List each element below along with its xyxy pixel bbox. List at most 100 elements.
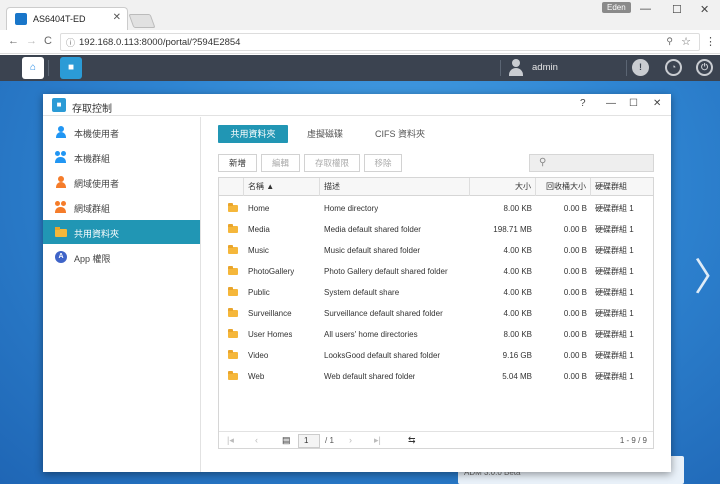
sidebar-item-shared-folders[interactable]: 共用資料夾 [43, 220, 200, 244]
folder-icon [228, 287, 238, 296]
sidebar-item-domain-users[interactable]: 網域使用者 [43, 170, 200, 194]
minimize-icon[interactable]: — [640, 3, 651, 15]
table-row[interactable]: Music Music default shared folder 4.00 K… [219, 240, 653, 261]
settings-dial-icon[interactable]: ◔ [665, 59, 682, 76]
access-control-taskbar-button[interactable]: ■ [60, 57, 82, 79]
edit-button[interactable]: 編輯 [261, 154, 300, 172]
folder-icon [228, 224, 238, 233]
folder-icon [228, 203, 238, 212]
search-input[interactable]: ⚲ [529, 154, 654, 172]
folder-icon [228, 329, 238, 338]
back-icon[interactable]: ← [8, 35, 19, 47]
folder-size: 4.00 KB [503, 267, 532, 276]
taskbar-username[interactable]: admin [532, 62, 558, 73]
add-button[interactable]: 新增 [218, 154, 257, 172]
table-row[interactable]: Video LooksGood default shared folder 9.… [219, 345, 653, 366]
prev-page-icon[interactable]: ‹ [255, 435, 258, 445]
folder-volume: 硬碟群組 1 [595, 288, 634, 297]
folder-recycle-size: 0.00 B [563, 309, 587, 318]
folder-volume: 硬碟群組 1 [595, 351, 634, 360]
sidebar-item-local-users[interactable]: 本機使用者 [43, 120, 200, 144]
folder-recycle-size: 0.00 B [563, 351, 587, 360]
domain-group-icon [55, 201, 67, 213]
sidebar-item-label: 本機群組 [74, 154, 111, 164]
folder-name: Surveillance [248, 309, 292, 318]
access-control-app-icon: ■ [52, 98, 66, 112]
folder-name: Home [248, 204, 270, 213]
bookmark-star-icon[interactable]: ☆ [681, 35, 691, 48]
header-name[interactable]: 名稱 ▲ [244, 178, 320, 196]
sidebar-item-app-privileges[interactable]: A App 權限 [43, 245, 200, 269]
folder-description: All users' home directories [324, 330, 418, 339]
table-row[interactable]: Public System default share 4.00 KB 0.00… [219, 282, 653, 303]
forward-icon[interactable]: → [26, 35, 37, 47]
folder-size: 4.00 KB [503, 288, 532, 297]
next-page-arrow-icon[interactable]: 〉 [694, 246, 720, 301]
folder-description: LooksGood default shared folder [324, 351, 441, 360]
table-row[interactable]: PhotoGallery Photo Gallery default share… [219, 261, 653, 282]
table-row[interactable]: Home Home directory 8.00 KB 0.00 B 硬碟群組 … [219, 198, 653, 219]
adm-home-button[interactable]: ⌂ [22, 57, 44, 79]
header-size[interactable]: 大小 [470, 178, 536, 196]
new-tab-button[interactable] [128, 14, 156, 28]
tab-virtual-disk[interactable]: 虛擬磁碟 [290, 125, 360, 143]
remove-button[interactable]: 移除 [364, 154, 402, 172]
page-info-icon[interactable]: ⓘ [66, 36, 75, 49]
window-maximize-icon[interactable]: ☐ [629, 98, 638, 109]
header-recycle-size[interactable]: 回收桶大小 [536, 178, 591, 196]
refresh-icon[interactable]: ⇆ [408, 435, 416, 446]
folder-size: 9.16 GB [502, 351, 532, 360]
window-title: 存取控制 [72, 104, 112, 115]
folder-description: Photo Gallery default shared folder [324, 267, 448, 276]
url-field[interactable]: ⓘ 192.168.0.113:8000/portal/?594E2854 ⚲ … [60, 33, 700, 51]
first-page-icon[interactable]: |◂ [227, 435, 234, 446]
sidebar-item-label: 網域群組 [74, 204, 111, 214]
sidebar-item-domain-groups[interactable]: 網域群組 [43, 195, 200, 219]
tab-cifs-folders[interactable]: CIFS 資料夾 [364, 125, 436, 143]
next-page-icon[interactable]: › [349, 435, 352, 445]
sidebar-item-local-groups[interactable]: 本機群組 [43, 145, 200, 169]
header-description[interactable]: 描述 [320, 178, 470, 196]
shared-folder-icon [55, 226, 67, 238]
search-icon: ⚲ [539, 157, 547, 168]
folder-name: Media [248, 225, 270, 234]
browser-user-tag[interactable]: Eden [602, 2, 631, 13]
page-number-input[interactable]: 1 [298, 434, 320, 448]
folder-recycle-size: 0.00 B [563, 267, 587, 276]
access-rights-button[interactable]: 存取權限 [304, 154, 360, 172]
window-close-icon[interactable]: ✕ [653, 98, 661, 109]
reload-icon[interactable]: C [44, 35, 52, 47]
folder-recycle-size: 0.00 B [563, 372, 587, 381]
page-total: / 1 [325, 436, 334, 445]
folder-description: Surveillance default shared folder [324, 309, 443, 318]
folder-recycle-size: 0.00 B [563, 330, 587, 339]
tab-close-icon[interactable]: ✕ [113, 12, 121, 23]
table-row[interactable]: User Homes All users' home directories 8… [219, 324, 653, 345]
browser-menu-icon[interactable]: ⋮ [705, 35, 716, 48]
app-privilege-icon: A [55, 251, 67, 263]
folder-recycle-size: 0.00 B [563, 225, 587, 234]
browser-tab[interactable]: AS6404T-ED ✕ [6, 7, 128, 30]
last-page-icon[interactable]: ▸| [374, 435, 381, 446]
tab-shared-folders[interactable]: 共用資料夾 [218, 125, 288, 143]
table-row[interactable]: Surveillance Surveillance default shared… [219, 303, 653, 324]
favicon-icon [15, 13, 27, 25]
folder-volume: 硬碟群組 1 [595, 372, 634, 381]
maximize-icon[interactable]: ☐ [672, 3, 682, 16]
window-header[interactable]: ■ 存取控制 ? — ☐ ✕ [43, 94, 671, 116]
notification-icon[interactable]: ! [632, 59, 649, 76]
header-volume[interactable]: 硬碟群組 [591, 178, 653, 196]
pin-icon[interactable]: ⚲ [666, 36, 673, 47]
window-minimize-icon[interactable]: — [606, 98, 616, 109]
close-icon[interactable]: ✕ [700, 3, 709, 16]
access-control-icon: ■ [67, 62, 75, 73]
power-icon[interactable]: ⏻ [696, 59, 713, 76]
table-row[interactable]: Media Media default shared folder 198.71… [219, 219, 653, 240]
table-row[interactable]: Web Web default shared folder 5.04 MB 0.… [219, 366, 653, 387]
record-count: 1 - 9 / 9 [619, 436, 647, 445]
home-app-icon: ⌂ [29, 62, 37, 73]
help-icon[interactable]: ? [580, 98, 586, 109]
url-text[interactable]: 192.168.0.113:8000/portal/?594E2854 [79, 37, 240, 48]
user-avatar-icon[interactable] [508, 59, 524, 77]
table-header: 名稱 ▲ 描述 大小 回收桶大小 硬碟群組 [219, 178, 653, 196]
